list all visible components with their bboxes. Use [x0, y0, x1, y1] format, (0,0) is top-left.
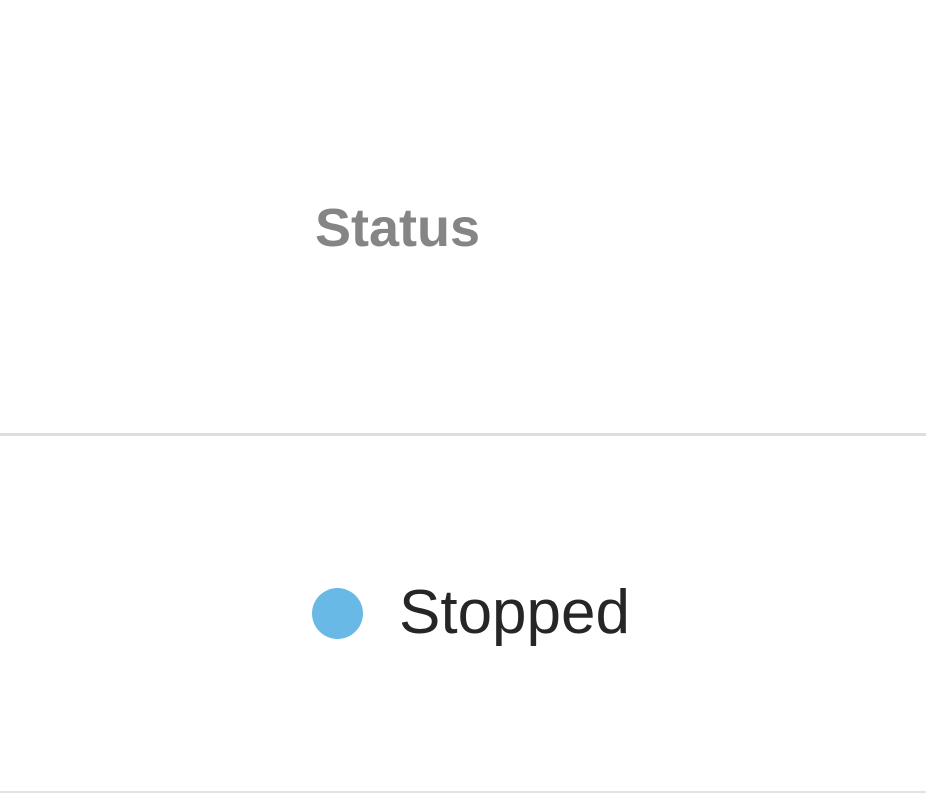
status-cell: Stopped: [312, 576, 630, 650]
status-dot-icon: [312, 587, 363, 639]
column-header-status[interactable]: Status: [0, 0, 926, 436]
status-label: Stopped: [399, 578, 630, 647]
column-header-label: Status: [315, 198, 481, 258]
status-table: Status Stopped: [0, 0, 926, 794]
table-row[interactable]: Stopped: [0, 436, 926, 793]
